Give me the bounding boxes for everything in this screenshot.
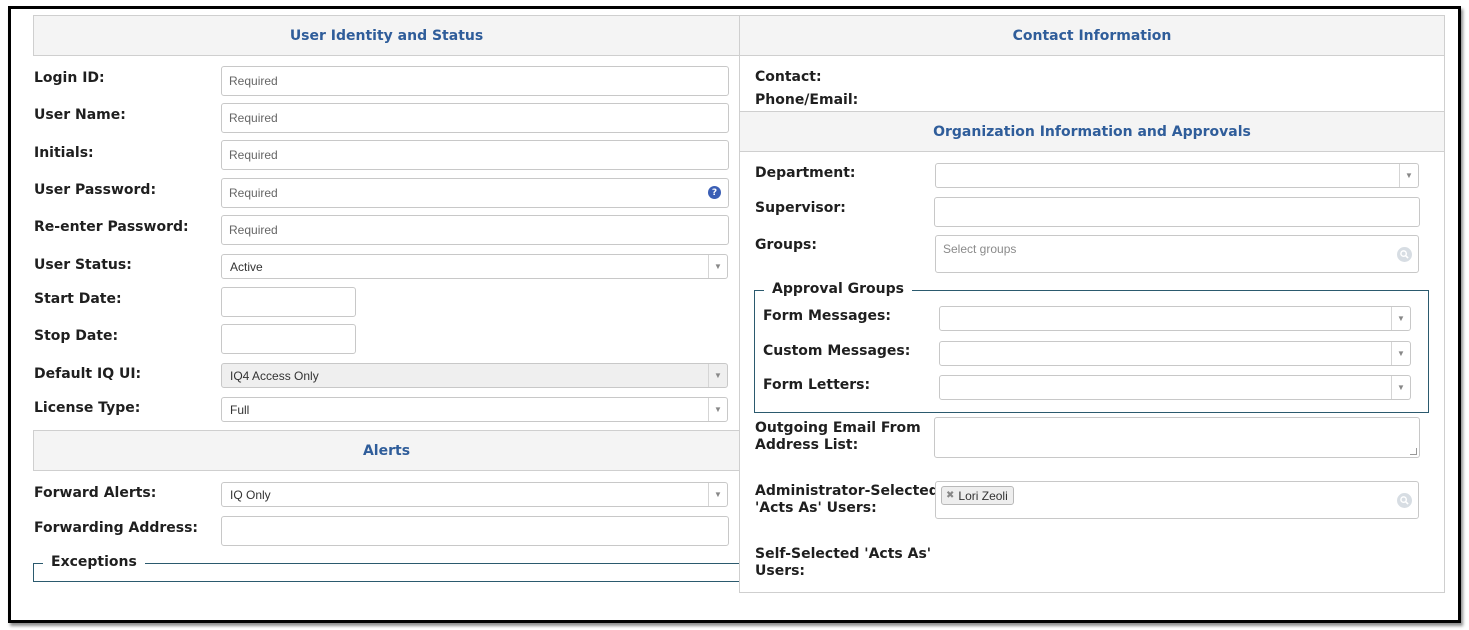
question-circle-icon[interactable]: ? [708,186,721,199]
login-id-label: Login ID: [34,70,105,86]
section-header-title: Contact Information [1012,27,1172,44]
form-letters-select[interactable]: ▼ [939,375,1411,400]
user-status-label: User Status: [34,257,132,273]
section-header-user-identity: User Identity and Status [33,15,740,56]
admin-acts-as-label: Administrator-Selected 'Acts As' Users: [755,483,939,516]
chevron-down-icon[interactable]: ▼ [1391,376,1410,399]
chevron-down-icon[interactable]: ▼ [1399,164,1418,187]
approval-groups-legend: Approval Groups [764,281,912,297]
login-id-input[interactable]: Required [221,66,729,96]
section-header-alerts: Alerts [33,430,740,471]
section-header-organization: Organization Information and Approvals [739,111,1445,152]
resize-handle-icon[interactable] [1410,448,1417,455]
outgoing-email-label: Outgoing Email From Address List: [755,420,921,453]
groups-multiselect[interactable]: Select groups [935,235,1419,273]
admin-acts-as-multiselect[interactable]: ✖ Lori Zeoli [935,481,1419,519]
stop-date-input[interactable] [221,324,356,354]
default-iq-ui-select[interactable]: IQ4 Access Only ▼ [221,363,728,388]
reenter-password-label: Re-enter Password: [34,219,189,235]
license-type-label: License Type: [34,400,141,416]
forward-alerts-label: Forward Alerts: [34,485,157,501]
custom-messages-label: Custom Messages: [763,343,911,359]
close-icon[interactable]: ✖ [946,490,954,501]
outgoing-email-textarea[interactable] [934,417,1420,458]
custom-messages-select[interactable]: ▼ [939,341,1411,366]
license-type-select[interactable]: Full ▼ [221,397,728,422]
search-icon[interactable] [1397,247,1412,262]
start-date-label: Start Date: [34,291,122,307]
user-name-input[interactable]: Required [221,103,729,133]
initials-label: Initials: [34,145,94,161]
selected-user-tag[interactable]: ✖ Lori Zeoli [941,486,1014,505]
user-password-label: User Password: [34,182,157,198]
chevron-down-icon[interactable]: ▼ [1391,342,1410,365]
user-form-frame: User Identity and Status Login ID: Requi… [8,6,1461,623]
supervisor-label: Supervisor: [755,200,846,216]
forward-alerts-select[interactable]: IQ Only ▼ [221,482,728,507]
form-messages-select[interactable]: ▼ [939,306,1411,331]
self-acts-as-label: Self-Selected 'Acts As' Users: [755,546,932,579]
section-header-title: Alerts [362,442,411,459]
search-icon[interactable] [1397,493,1412,508]
user-name-label: User Name: [34,107,126,123]
form-letters-label: Form Letters: [763,377,871,393]
forwarding-address-input[interactable] [221,516,729,546]
section-header-title: Organization Information and Approvals [933,123,1251,140]
groups-label: Groups: [755,237,817,253]
department-label: Department: [755,165,856,181]
chevron-down-icon[interactable]: ▼ [708,364,727,387]
start-date-input[interactable] [221,287,356,317]
chevron-down-icon[interactable]: ▼ [1391,307,1410,330]
chevron-down-icon[interactable]: ▼ [708,255,727,278]
phone-email-label: Phone/Email: [755,92,859,108]
supervisor-input[interactable] [934,197,1420,227]
form-messages-label: Form Messages: [763,308,891,324]
stop-date-label: Stop Date: [34,328,119,344]
section-header-title: User Identity and Status [289,27,484,44]
user-status-select[interactable]: Active ▼ [221,254,728,279]
user-password-input[interactable]: Required ? [221,178,729,208]
default-iq-ui-label: Default IQ UI: [34,366,142,382]
chevron-down-icon[interactable]: ▼ [708,483,727,506]
chevron-down-icon[interactable]: ▼ [708,398,727,421]
initials-input[interactable]: Required [221,140,729,170]
department-select[interactable]: ▼ [935,163,1419,188]
contact-label: Contact: [755,69,822,85]
reenter-password-input[interactable]: Required [221,215,729,245]
forwarding-address-label: Forwarding Address: [34,520,199,536]
section-header-contact: Contact Information [739,15,1445,56]
exceptions-legend[interactable]: Exceptions [43,554,145,570]
